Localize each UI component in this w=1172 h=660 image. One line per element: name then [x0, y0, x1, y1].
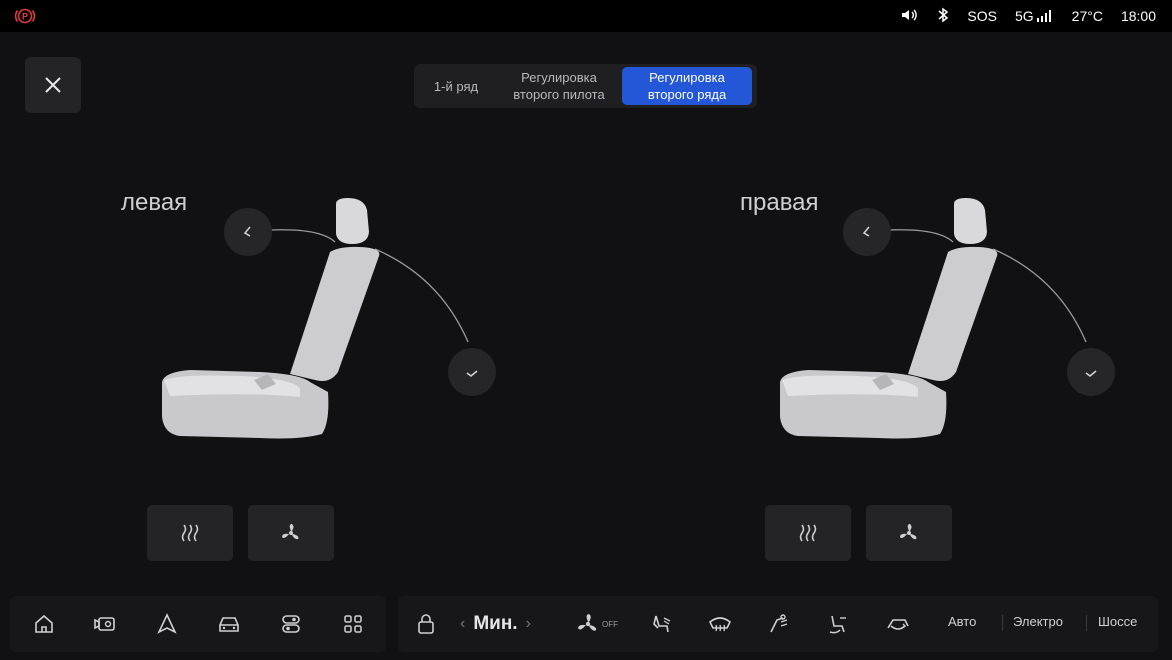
- svg-text:P: P: [22, 12, 28, 22]
- right-seat-ventilation-button[interactable]: [866, 505, 952, 561]
- fan-speed-decrease-icon[interactable]: ‹: [460, 615, 465, 633]
- parking-brake-icon: P: [14, 7, 36, 28]
- tab-second-row-adjust[interactable]: Регулировка второго ряда: [622, 67, 752, 105]
- fan-icon: [900, 524, 917, 540]
- seat-image: [780, 198, 1087, 439]
- left-seat-panel: [150, 192, 510, 452]
- seat-image: [162, 198, 469, 439]
- fan-speed-control: ‹ Мин. ›: [460, 612, 531, 636]
- mode-divider: [1002, 615, 1003, 631]
- drive-mode-auto[interactable]: Авто: [948, 614, 976, 629]
- close-button[interactable]: [25, 57, 81, 113]
- tab-first-row[interactable]: 1-й ряд: [418, 67, 494, 105]
- air-recirculation-icon[interactable]: [884, 610, 912, 638]
- temperature-readout: 27°C: [1071, 8, 1103, 24]
- seat-heat-icon: [799, 524, 817, 542]
- drive-mode-highway[interactable]: Шоссе: [1098, 614, 1137, 629]
- close-icon: [45, 77, 61, 93]
- network-indicator: 5G: [1015, 8, 1054, 24]
- home-icon[interactable]: [30, 610, 58, 638]
- volume-icon[interactable]: [901, 8, 919, 25]
- right-seat-backrest-up-button[interactable]: [843, 208, 891, 256]
- left-seat-heat-button[interactable]: [147, 505, 233, 561]
- airflow-face-icon[interactable]: [765, 610, 793, 638]
- vehicle-icon[interactable]: [215, 610, 243, 638]
- airflow-feet-icon[interactable]: [824, 610, 852, 638]
- right-seat-panel: [768, 192, 1128, 452]
- chevron-down-icon: [1085, 370, 1097, 378]
- tab-copilot-adjust[interactable]: Регулировка второго пилота: [500, 67, 618, 105]
- fan-speed-value: Мин.: [473, 613, 518, 634]
- chevron-left-icon: [862, 226, 870, 237]
- seat-heat-icon: [181, 524, 199, 542]
- toggle-controls-icon[interactable]: [277, 610, 305, 638]
- windshield-defrost-icon[interactable]: [706, 610, 734, 638]
- fan-speed-increase-icon[interactable]: ›: [526, 615, 531, 633]
- right-seat-backrest-down-button[interactable]: [1067, 348, 1115, 396]
- lock-icon[interactable]: [412, 610, 440, 638]
- left-seat-ventilation-button[interactable]: [248, 505, 334, 561]
- drive-mode-electric[interactable]: Электро: [1013, 614, 1063, 629]
- fan-icon: [282, 524, 299, 540]
- chevron-down-icon: [466, 370, 478, 378]
- apps-grid-icon[interactable]: [339, 610, 367, 638]
- fan-off-label: OFF: [602, 619, 618, 629]
- chevron-left-icon: [243, 226, 251, 237]
- seat-airflow-icon[interactable]: [648, 610, 676, 638]
- status-bar: P SOS 5G 27°C 18:00: [0, 0, 1172, 32]
- bluetooth-icon[interactable]: [937, 7, 949, 26]
- navigation-icon[interactable]: [153, 610, 181, 638]
- fan-icon: [578, 614, 597, 631]
- sos-button[interactable]: SOS: [967, 8, 997, 24]
- camera-icon[interactable]: [91, 610, 119, 638]
- row-tabs: 1-й ряд Регулировка второго пилота Регул…: [414, 64, 757, 108]
- network-label: 5G: [1014, 8, 1034, 24]
- left-seat-backrest-down-button[interactable]: [448, 348, 496, 396]
- left-seat-backrest-up-button[interactable]: [224, 208, 272, 256]
- fan-off-button[interactable]: OFF: [573, 610, 621, 638]
- signal-icon: [1036, 10, 1051, 22]
- right-seat-heat-button[interactable]: [765, 505, 851, 561]
- climate-dock: ‹ Мин. › OFF Авто Электро Шоссе: [398, 596, 1158, 652]
- mode-divider: [1086, 615, 1087, 631]
- clock: 18:00: [1120, 8, 1156, 24]
- nav-dock: [10, 596, 386, 652]
